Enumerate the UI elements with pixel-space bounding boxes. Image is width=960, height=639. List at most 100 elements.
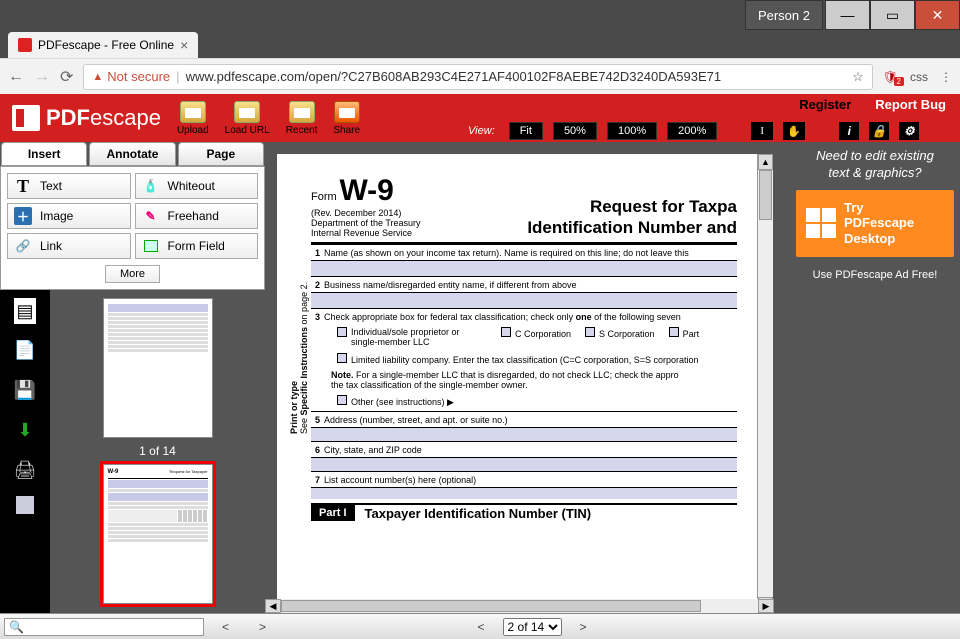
hscroll-thumb[interactable] bbox=[281, 600, 701, 612]
field-5: 5Address (number, street, and apt. or su… bbox=[311, 411, 737, 427]
form-label: Form bbox=[311, 191, 337, 203]
zoom-200-button[interactable]: 200% bbox=[667, 122, 717, 140]
folder-upload-icon bbox=[180, 101, 206, 123]
reload-button[interactable]: ⟳ bbox=[60, 67, 73, 87]
pdf-page[interactable]: Form W-9 (Rev. December 2014) Department… bbox=[277, 154, 757, 613]
left-panel: Insert Annotate Page TText 🧴Whiteout ＋Im… bbox=[0, 142, 265, 613]
thumbnail-2[interactable]: W-9Request for Taxpayer bbox=[103, 464, 213, 604]
thumbnail-strip: ▤ 📄 💾 ⬇ 🖨 1 of 14 W-9Request for Taxpaye… bbox=[0, 290, 265, 613]
hand-cursor-icon[interactable]: ✋ bbox=[783, 122, 805, 140]
page-next-button[interactable]: > bbox=[568, 620, 599, 634]
checkbox-s-corp[interactable] bbox=[585, 327, 595, 337]
url-field[interactable]: Not secure | www.pdfescape.com/open/?C27… bbox=[83, 64, 872, 90]
scroll-left-icon[interactable]: ◀ bbox=[265, 599, 281, 613]
address-bar: ← → ⟳ Not secure | www.pdfescape.com/ope… bbox=[0, 58, 960, 94]
not-secure-label: Not secure bbox=[92, 69, 170, 84]
gear-icon[interactable]: ⚙ bbox=[899, 122, 919, 140]
window-titlebar: Person 2 — ▭ ✕ bbox=[0, 0, 960, 30]
tool-tabs: Insert Annotate Page bbox=[0, 142, 265, 166]
form-irs: Internal Revenue Service bbox=[311, 228, 431, 238]
checkbox-other[interactable] bbox=[337, 395, 347, 405]
scroll-thumb[interactable] bbox=[759, 170, 772, 220]
download-icon[interactable]: ⬇ bbox=[11, 416, 39, 444]
side-instructions: Print or type See Specific Instructions … bbox=[289, 214, 309, 434]
info-icon[interactable]: i bbox=[839, 122, 859, 140]
vertical-scrollbar[interactable]: ▲ ▼ bbox=[757, 154, 773, 613]
share-button[interactable]: Share bbox=[333, 101, 360, 136]
image-icon: ＋ bbox=[14, 207, 32, 225]
recent-button[interactable]: Recent bbox=[286, 101, 318, 136]
field-7: 7List account number(s) here (optional) bbox=[311, 471, 737, 487]
tab-annotate[interactable]: Annotate bbox=[89, 142, 175, 166]
horizontal-scrollbar[interactable]: ◀ ▶ bbox=[265, 599, 774, 613]
zoom-fit-button[interactable]: Fit bbox=[509, 122, 543, 140]
checkbox-partnership[interactable] bbox=[669, 327, 679, 337]
formfield-tool[interactable]: Form Field bbox=[135, 233, 259, 259]
text-cursor-icon[interactable]: I bbox=[751, 122, 773, 140]
browser-tab[interactable]: PDFescape - Free Online × bbox=[8, 32, 198, 58]
scroll-up-icon[interactable]: ▲ bbox=[758, 154, 773, 170]
report-bug-link[interactable]: Report Bug bbox=[875, 97, 946, 112]
form-title-line2: Identification Number and bbox=[447, 218, 737, 238]
text-tool[interactable]: TText bbox=[7, 173, 131, 199]
save-icon[interactable]: 💾 bbox=[11, 376, 39, 404]
back-button[interactable]: ← bbox=[8, 68, 24, 86]
favicon-icon bbox=[18, 38, 32, 52]
profile-button[interactable]: Person 2 bbox=[745, 0, 823, 30]
windows-icon bbox=[806, 208, 836, 238]
adfree-link[interactable]: Use PDFescape Ad Free! bbox=[796, 269, 954, 281]
browser-tabstrip: PDFescape - Free Online × bbox=[0, 30, 960, 58]
print-icon[interactable]: 🖨 bbox=[11, 456, 39, 484]
field-1: 1Name (as shown on your income tax retur… bbox=[311, 244, 737, 260]
image-tool[interactable]: ＋Image bbox=[7, 203, 131, 229]
checkbox-c-corp[interactable] bbox=[501, 327, 511, 337]
close-tab-icon[interactable]: × bbox=[180, 37, 188, 53]
checkboxes-row1: Individual/sole proprietor or single-mem… bbox=[311, 324, 737, 350]
maximize-button[interactable]: ▭ bbox=[870, 0, 915, 30]
tools-panel: TText 🧴Whiteout ＋Image ✎Freehand 🔗Link F… bbox=[0, 166, 265, 290]
load-url-button[interactable]: Load URL bbox=[225, 101, 270, 136]
tab-insert[interactable]: Insert bbox=[1, 142, 87, 166]
pages-icon[interactable]: ▤ bbox=[14, 298, 36, 324]
page-prev-button[interactable]: < bbox=[466, 620, 497, 634]
tab-page[interactable]: Page bbox=[178, 142, 264, 166]
more-button[interactable]: More bbox=[105, 265, 160, 283]
thumb-next-button[interactable]: > bbox=[247, 620, 278, 634]
register-link[interactable]: Register bbox=[799, 97, 851, 112]
right-sidebar: Need to edit existingtext & graphics? Tr… bbox=[790, 142, 960, 613]
zoom-50-button[interactable]: 50% bbox=[553, 122, 597, 140]
whiteout-icon: 🧴 bbox=[142, 177, 160, 195]
page-select[interactable]: 2 of 14 bbox=[503, 618, 562, 636]
forward-button[interactable]: → bbox=[34, 68, 50, 86]
thumb-prev-button[interactable]: < bbox=[210, 620, 241, 634]
search-input[interactable]: 🔍 bbox=[4, 618, 204, 636]
whiteout-tool[interactable]: 🧴Whiteout bbox=[135, 173, 259, 199]
doc-red-icon[interactable]: 📄 bbox=[11, 336, 39, 364]
minimize-button[interactable]: — bbox=[825, 0, 870, 30]
desktop-cta-button[interactable]: TryPDFescapeDesktop bbox=[796, 190, 954, 257]
checkbox-llc[interactable] bbox=[337, 353, 347, 363]
form-title-line1: Request for Taxpa bbox=[447, 197, 737, 217]
tab-title: PDFescape - Free Online bbox=[38, 38, 174, 52]
thumbnail-1[interactable] bbox=[103, 298, 213, 438]
form-rev: (Rev. December 2014) bbox=[311, 208, 431, 218]
upload-button[interactable]: Upload bbox=[177, 101, 209, 136]
blank-icon[interactable] bbox=[16, 496, 34, 514]
form-number: W-9 bbox=[339, 174, 393, 207]
link-icon: 🔗 bbox=[14, 237, 32, 255]
close-window-button[interactable]: ✕ bbox=[915, 0, 960, 30]
link-tool[interactable]: 🔗Link bbox=[7, 233, 131, 259]
scroll-right-icon[interactable]: ▶ bbox=[758, 599, 774, 613]
bookmark-icon[interactable]: ☆ bbox=[852, 69, 864, 85]
lock-icon[interactable]: 🔒 bbox=[869, 122, 889, 140]
pencil-icon: ✎ bbox=[142, 207, 160, 225]
checkbox-individual[interactable] bbox=[337, 327, 347, 337]
freehand-tool[interactable]: ✎Freehand bbox=[135, 203, 259, 229]
main-area: Insert Annotate Page TText 🧴Whiteout ＋Im… bbox=[0, 142, 960, 613]
browser-menu-icon[interactable]: ⋮ bbox=[940, 70, 952, 84]
zoom-100-button[interactable]: 100% bbox=[607, 122, 657, 140]
pdfescape-logo[interactable]: PDFescape bbox=[12, 105, 161, 131]
thumbnail-caption: 1 of 14 bbox=[139, 444, 176, 458]
ublock-icon[interactable]: 🛡2 bbox=[883, 70, 898, 84]
css-ext-icon[interactable]: css bbox=[910, 70, 928, 84]
